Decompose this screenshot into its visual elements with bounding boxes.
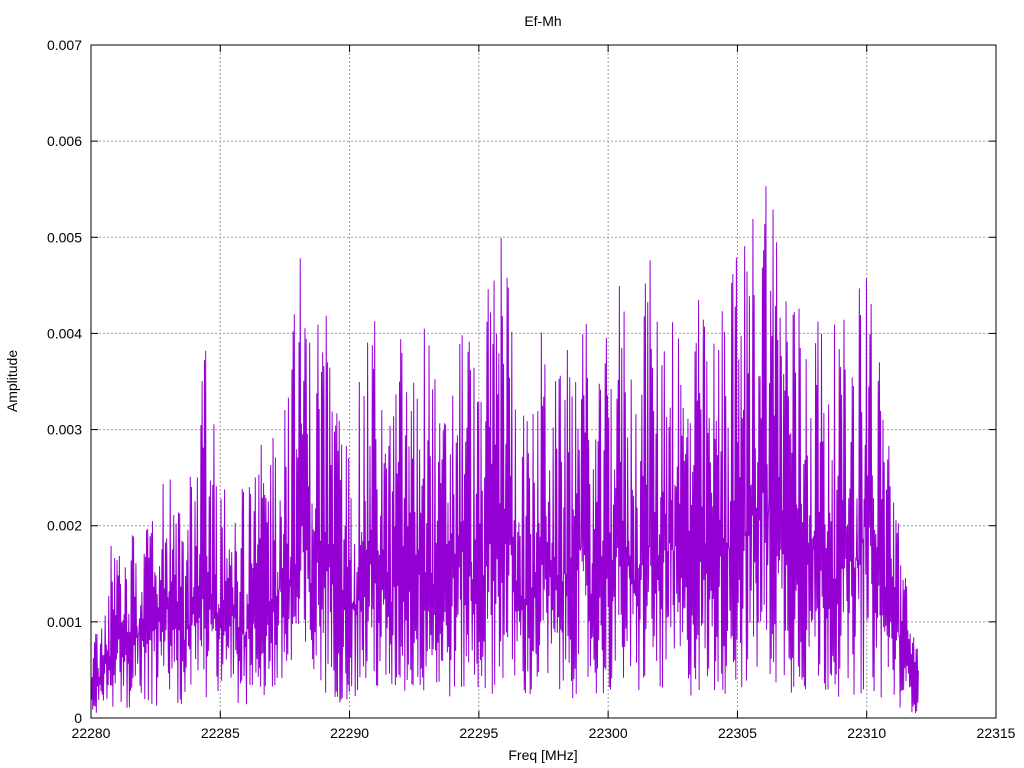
x-tick-label: 22310 [847,725,886,741]
x-tick-label: 22285 [201,725,240,741]
y-tick-label: 0.006 [47,133,82,149]
x-tick-label: 22280 [72,725,111,741]
x-tick-label: 22300 [589,725,628,741]
x-tick-label: 22315 [977,725,1016,741]
y-tick-label: 0 [74,710,82,726]
y-tick-label: 0.007 [47,37,82,53]
y-axis-label: Amplitude [4,350,20,412]
y-tick-label: 0.002 [47,518,82,534]
chart-title: Ef-Mh [524,13,561,29]
y-tick-label: 0.003 [47,422,82,438]
x-tick-label: 22295 [459,725,498,741]
x-tick-label: 22305 [718,725,757,741]
x-axis-label: Freq [MHz] [508,747,577,763]
y-tick-label: 0.001 [47,614,82,630]
chart-canvas: 22280 22285 22290 22295 22300 22305 22310 22315… [0,0,1024,768]
x-tick-label: 22290 [330,725,369,741]
y-tick-label: 0.005 [47,229,82,245]
y-tick-label: 0.004 [47,325,82,341]
